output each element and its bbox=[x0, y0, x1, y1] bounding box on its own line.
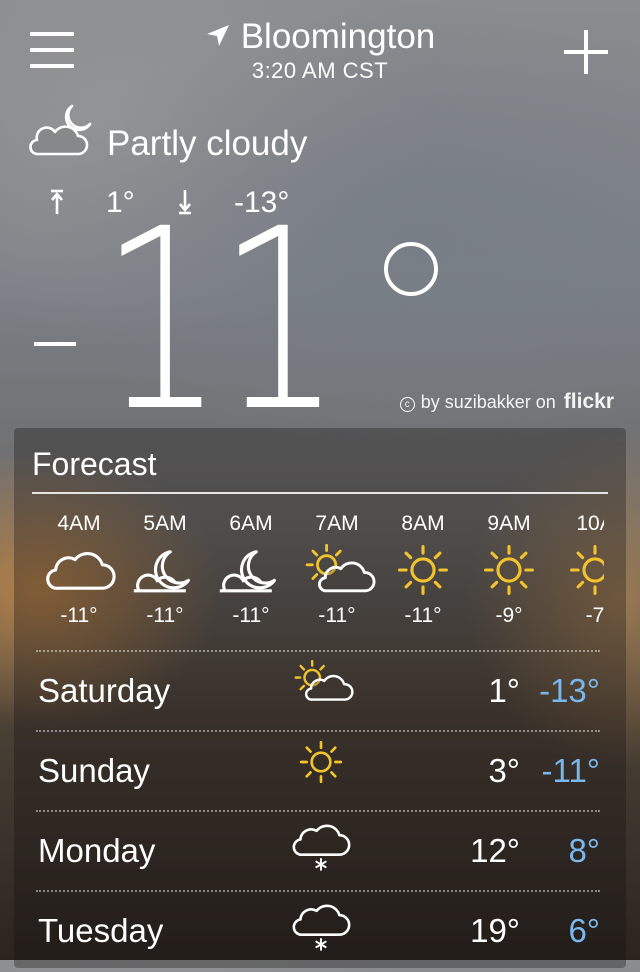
sun-icon bbox=[288, 740, 354, 784]
hourly-item: 7AM -11° bbox=[294, 512, 380, 628]
flickr-logo: flickr bbox=[563, 390, 614, 413]
hour-label: 6AM bbox=[229, 512, 273, 535]
hourly-item: 4AM -11° bbox=[36, 512, 122, 628]
hour-label: 5AM bbox=[143, 512, 187, 535]
day-high: 3° bbox=[488, 752, 520, 789]
snow-cloud-icon bbox=[288, 900, 354, 952]
day-low: -13° bbox=[539, 672, 600, 709]
current-temp: 11 bbox=[100, 175, 342, 466]
cloud-moon-icon bbox=[36, 544, 122, 596]
hourly-item: 10A -7 bbox=[552, 512, 604, 628]
daily-row[interactable]: Saturday 1° -13° bbox=[36, 652, 600, 732]
hour-temp: -11° bbox=[60, 604, 98, 627]
hourly-forecast[interactable]: 4AM -11° 5AM -11° 6AM -11° 7AM -11° 8AM … bbox=[36, 512, 604, 632]
hour-temp: -11° bbox=[232, 604, 270, 627]
day-low: -11° bbox=[541, 752, 600, 789]
hourly-item: 8AM -11° bbox=[380, 512, 466, 628]
forecast-title: Forecast bbox=[32, 446, 157, 482]
hour-temp: -7 bbox=[585, 604, 604, 627]
local-time: 3:20 AM CST bbox=[251, 58, 389, 83]
sun-cloud-icon bbox=[288, 660, 354, 704]
hour-label: 7AM bbox=[315, 512, 359, 535]
day-high: 12° bbox=[470, 832, 520, 869]
day-low: 8° bbox=[568, 832, 600, 869]
hourly-item: 6AM -11° bbox=[208, 512, 294, 628]
location-arrow-icon bbox=[206, 24, 229, 46]
day-name: Saturday bbox=[38, 672, 171, 709]
hour-temp: -11° bbox=[146, 604, 184, 627]
high-arrow-icon bbox=[51, 189, 63, 214]
forecast-panel[interactable]: Forecast 4AM -11° 5AM -11° 6AM -11° 7AM … bbox=[14, 428, 626, 968]
day-name: Sunday bbox=[38, 752, 150, 789]
day-name: Tuesday bbox=[38, 912, 164, 949]
hour-label: 8AM bbox=[401, 512, 445, 535]
hourly-item: 5AM -11° bbox=[122, 512, 208, 628]
hour-temp: -11° bbox=[318, 604, 356, 627]
moon-icon bbox=[208, 544, 294, 596]
daily-row[interactable]: Tuesday 19° 6° bbox=[36, 892, 600, 972]
copyright-icon: c bbox=[399, 397, 415, 412]
location-name: Bloomington bbox=[240, 17, 436, 56]
credit-text: by suzibakker on bbox=[420, 392, 556, 412]
day-high: 19° bbox=[470, 912, 520, 949]
hour-label: 10A bbox=[576, 512, 604, 535]
daily-row[interactable]: Sunday 3° -11° bbox=[36, 732, 600, 812]
hourly-item: 9AM -9° bbox=[466, 512, 552, 628]
photo-credit[interactable]: c by suzibakker on flickr bbox=[399, 390, 614, 414]
current-temp-sign bbox=[34, 342, 76, 346]
sun-cloud-icon bbox=[294, 544, 380, 596]
hour-label: 4AM bbox=[57, 512, 101, 535]
day-name: Monday bbox=[38, 832, 156, 869]
moon-icon bbox=[122, 544, 208, 596]
day-low: 6° bbox=[568, 912, 600, 949]
hour-label: 9AM bbox=[487, 512, 531, 535]
current-temp-degree bbox=[384, 242, 438, 296]
daily-row[interactable]: Monday 12° 8° bbox=[36, 812, 600, 892]
cloud-moon-icon bbox=[29, 104, 92, 156]
top-bar: Bloomington 3:20 AM CST bbox=[0, 0, 640, 100]
sun-icon bbox=[552, 544, 604, 596]
add-location-button[interactable] bbox=[564, 30, 608, 74]
sun-icon bbox=[380, 544, 466, 596]
hour-temp: -11° bbox=[404, 604, 442, 627]
snow-cloud-icon bbox=[288, 820, 354, 872]
location-header[interactable]: Bloomington bbox=[0, 16, 640, 58]
hour-temp: -9° bbox=[495, 604, 523, 627]
day-high: 1° bbox=[488, 672, 520, 709]
forecast-divider bbox=[32, 492, 608, 494]
sun-icon bbox=[466, 544, 552, 596]
condition-text: Partly cloudy bbox=[107, 124, 308, 163]
